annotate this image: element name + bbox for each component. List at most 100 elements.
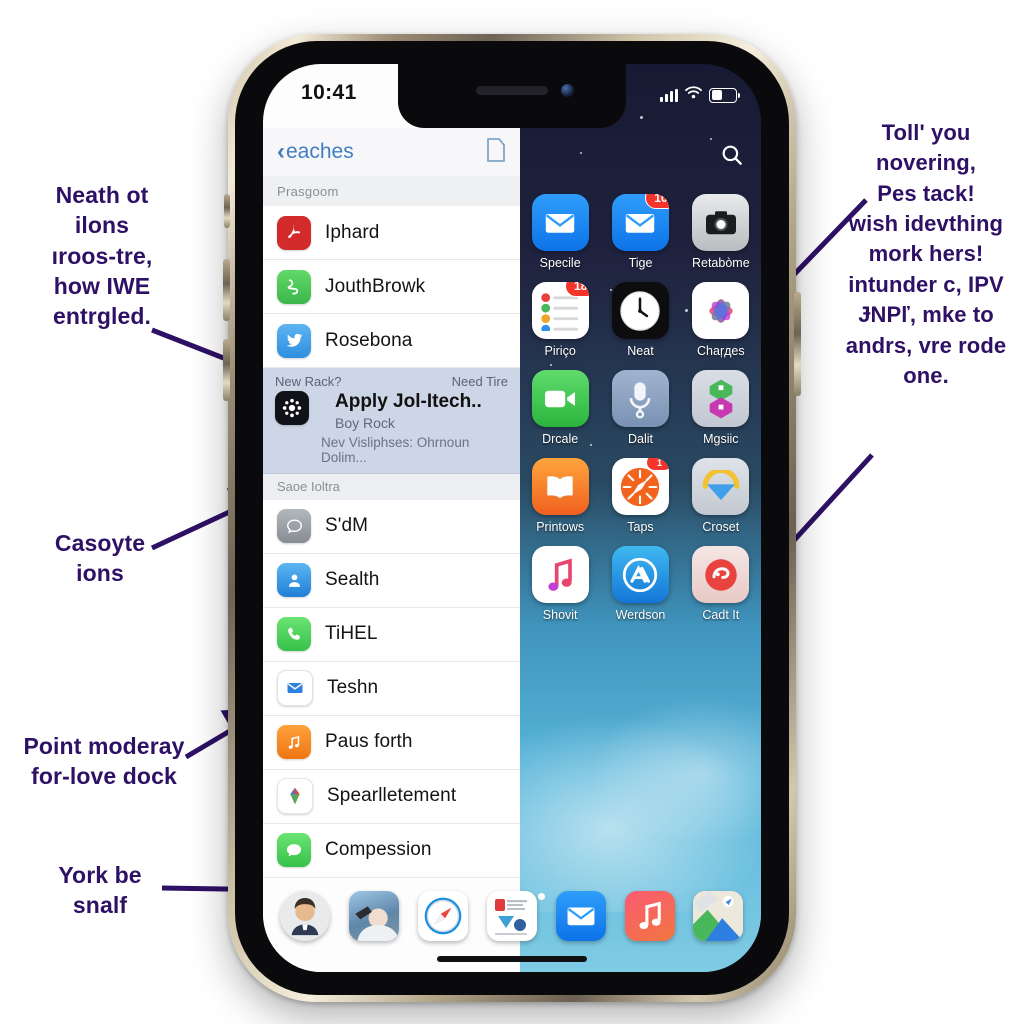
twitter-bird-icon (277, 323, 311, 358)
mail-envelope-icon (531, 194, 589, 251)
app-label: Printows (536, 520, 585, 534)
highlighted-item-footer: Nev Visliphses: Ohrnoun Dolim... (321, 434, 470, 465)
clock-icon (611, 282, 669, 339)
app-icon[interactable]: Croset (681, 458, 761, 534)
volume-up-button[interactable] (223, 259, 230, 321)
settings-list[interactable]: Iphard JouthBrowk Rosebona New Rack? Nee… (263, 206, 520, 972)
adobe-acrobat-icon (277, 215, 311, 250)
app-icon[interactable]: Werdson (600, 546, 680, 622)
list-item-label: Iphard (325, 221, 380, 243)
app-icon[interactable]: Dalit (600, 370, 680, 446)
power-button[interactable] (794, 292, 801, 396)
app-icon[interactable]: Cadt It (681, 546, 761, 622)
search-icon[interactable] (719, 142, 745, 173)
document-icon[interactable] (486, 137, 506, 167)
list-item[interactable]: JouthBrowk (263, 260, 520, 314)
list-item[interactable]: TiHEL (263, 607, 520, 662)
app-label: Croset (702, 520, 740, 534)
mail-envelope-icon (277, 670, 313, 707)
list-item-label: Sealth (325, 569, 380, 591)
contacts-person-icon (277, 563, 311, 598)
colorful-app-icon (277, 778, 313, 815)
app-icon[interactable]: Printows (520, 458, 600, 534)
app-icon[interactable]: Retabòme (681, 194, 761, 270)
app-label: Drcale (542, 432, 579, 446)
music-note-icon[interactable] (624, 891, 675, 941)
list-item[interactable]: Spearlletement (263, 769, 520, 824)
list-item[interactable]: S'dM (263, 499, 520, 554)
app-label: Dalit (627, 432, 653, 446)
app-label: Chaŗдes (697, 344, 745, 358)
microphone-icon (611, 370, 669, 427)
mute-switch[interactable] (224, 194, 230, 228)
shortcuts-icon (692, 370, 750, 427)
highlighted-item-subtitle: Boy Rock (335, 414, 395, 431)
list-item[interactable]: Teshn (263, 661, 520, 716)
safari-compass-icon[interactable] (418, 891, 469, 941)
screenshot-stage: Neath ot ilons ıroos-tre, how IWE entrgl… (0, 0, 1024, 1024)
section-header-2: Saoe Ioltra (263, 473, 520, 500)
section-header: Prasgoom (263, 176, 520, 206)
highlighted-list-item[interactable]: New Rack? Need Tire Apply Jol-Itech.. Bo… (263, 368, 520, 474)
nav-bar: ‹ eaches (263, 128, 520, 176)
app-label: Taps (627, 520, 654, 534)
red-circle-app-icon (692, 546, 750, 603)
app-label: Mgsiic (703, 432, 739, 446)
app-icon[interactable]: Shovit (520, 546, 600, 622)
list-item-label: Compession (325, 839, 432, 861)
wifi-icon (685, 86, 702, 104)
notch (398, 64, 626, 128)
app-label: Tige (628, 256, 653, 270)
app-icon[interactable]: Mgsiic (681, 370, 761, 446)
photo-thumbnail-icon[interactable] (349, 891, 400, 941)
highlighted-item-meta-left: New Rack? (275, 374, 342, 389)
phone-screen: ‹ eaches Prasgoom Iphard JouthBrowk Rose… (263, 64, 761, 972)
highlighted-item-meta-right: Need Tire (451, 374, 508, 389)
app-icon[interactable]: 10 Tige (600, 194, 680, 270)
phone-handset-icon (277, 617, 311, 652)
app-icon[interactable]: 1 Taps (600, 458, 680, 534)
list-item[interactable]: Iphard (263, 206, 520, 260)
health-activity-icon (277, 269, 311, 304)
maps-icon[interactable] (693, 891, 744, 941)
safari-compass-orange-icon: 1 (611, 458, 669, 515)
home-screen-pane: Specile 10 Tige Retabòme 18 Piriço Neat … (520, 64, 761, 972)
facetime-video-icon (531, 370, 589, 427)
notification-badge: 10 (644, 194, 669, 209)
app-icon[interactable]: Specile (520, 194, 600, 270)
highlighted-item-title: Apply Jol-Itech.. (335, 391, 482, 412)
list-item[interactable]: Paus forth (263, 715, 520, 770)
app-label: Specile (539, 256, 581, 270)
app-label: Werdson (615, 608, 666, 622)
mail-envelope-icon[interactable] (555, 891, 606, 941)
back-button[interactable]: ‹ eaches (277, 140, 354, 164)
battery-icon (709, 87, 740, 103)
annotation-left-top: Neath ot ilons ıroos-tre, how IWE entrgl… (51, 182, 153, 330)
app-label: Cadt It (702, 608, 740, 622)
app-label: Retabòme (691, 256, 750, 270)
messages-bubble-icon (277, 833, 311, 868)
app-label: Piriço (544, 344, 576, 358)
chevron-left-icon: ‹ (277, 138, 285, 165)
back-button-label: eaches (286, 140, 354, 163)
app-label: Shovit (542, 608, 578, 622)
list-item-label: Spearlletement (327, 785, 457, 807)
camera-icon (692, 194, 750, 251)
front-camera (561, 84, 574, 97)
iphone-device-frame: ‹ eaches Prasgoom Iphard JouthBrowk Rose… (223, 34, 801, 1002)
app-icon[interactable]: Drcale (520, 370, 600, 446)
app-icon[interactable]: Chaŗдes (681, 282, 761, 358)
home-bar[interactable] (437, 956, 587, 962)
app-icon[interactable]: Neat (600, 282, 680, 358)
list-item-label: JouthBrowk (325, 275, 426, 297)
list-item[interactable]: Sealth (263, 553, 520, 608)
app-icon[interactable]: 18 Piriço (520, 282, 600, 358)
list-item[interactable]: Compession (263, 823, 520, 878)
photos-flower-icon (692, 282, 750, 339)
volume-down-button[interactable] (223, 339, 230, 401)
status-time: 10:41 (301, 81, 357, 104)
list-item[interactable]: Rosebona (263, 314, 520, 368)
document-app-icon[interactable] (486, 891, 537, 941)
app-grid[interactable]: Specile 10 Tige Retabòme 18 Piriço Neat … (520, 194, 761, 622)
memoji-avatar-icon[interactable] (280, 891, 331, 941)
